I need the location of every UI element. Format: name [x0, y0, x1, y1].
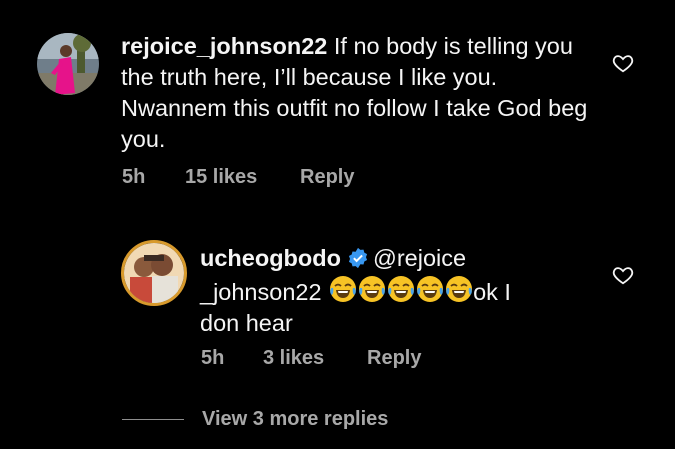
reply-line-2: _johnson22 ok I	[200, 274, 580, 308]
view-more-label[interactable]: View 3 more replies	[202, 408, 388, 431]
reply-meta: 5h 3 likes Reply	[201, 347, 421, 370]
reply-username[interactable]: ucheogbodo	[200, 245, 341, 271]
reply-line-1: ucheogbodo @rejoice	[200, 243, 580, 274]
laughing-emoji-icon	[359, 276, 386, 302]
like-heart-icon[interactable]	[612, 52, 634, 74]
comment-username[interactable]: rejoice_johnson22	[121, 33, 327, 59]
comment-time: 5h	[122, 166, 146, 188]
avatar-ucheogbodo-image	[124, 243, 184, 303]
reply-mention-continued[interactable]: _johnson22	[200, 279, 322, 305]
comment-meta-1: 5h 15 likes Reply	[122, 166, 354, 189]
reply-button[interactable]: Reply	[300, 166, 354, 189]
reply-line-3: don hear	[200, 310, 293, 336]
reply-text-after: ok I	[473, 279, 511, 305]
reply-mention[interactable]: @rejoice	[373, 245, 466, 271]
laughing-emoji-icon	[446, 276, 473, 302]
avatar-rejoice[interactable]	[37, 33, 99, 95]
comment-likes[interactable]: 15 likes	[185, 166, 300, 189]
reply-reply-button[interactable]: Reply	[367, 347, 421, 370]
like-heart-icon-reply[interactable]	[612, 264, 634, 286]
view-more-divider	[122, 419, 184, 420]
laughing-emoji-group	[328, 276, 473, 305]
verified-badge-icon	[348, 247, 368, 269]
reply-body: ucheogbodo @rejoice _johnson22 ok I don …	[200, 243, 580, 339]
reply-likes[interactable]: 3 likes	[263, 347, 367, 370]
laughing-emoji-icon	[417, 276, 444, 302]
avatar-ucheogbodo[interactable]	[121, 240, 187, 306]
laughing-emoji-icon	[388, 276, 415, 302]
view-more-replies[interactable]: View 3 more replies	[122, 408, 388, 431]
reply-time: 5h	[201, 347, 225, 369]
laughing-emoji-icon	[330, 276, 357, 302]
comment-body-1: rejoice_johnson22 If no body is telling …	[121, 31, 601, 155]
avatar-rejoice-image	[37, 33, 99, 95]
